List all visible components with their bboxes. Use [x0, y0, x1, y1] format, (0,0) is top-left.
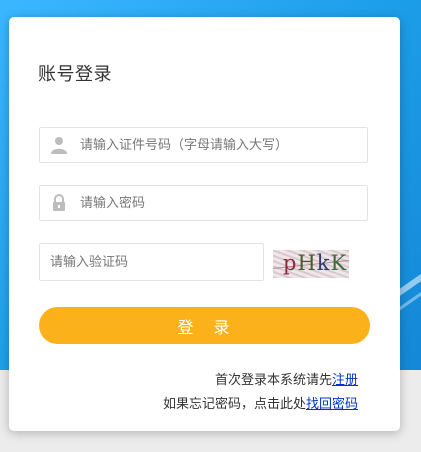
login-title: 账号登录: [38, 64, 112, 85]
register-link[interactable]: 注册: [332, 373, 358, 388]
login-button[interactable]: 登 录: [39, 307, 370, 344]
captcha-char: p: [283, 251, 298, 275]
captcha-char: k: [316, 251, 331, 275]
username-input[interactable]: [80, 128, 360, 162]
captcha-field[interactable]: [39, 243, 264, 281]
forgot-password-link[interactable]: 找回密码: [306, 397, 358, 412]
captcha-char: K: [330, 251, 348, 275]
forgot-prompt: 如果忘记密码，点击此处: [162, 397, 306, 412]
password-input[interactable]: [80, 186, 360, 220]
login-panel: 账号登录 pHkK 登 录 首次登录本系统请先注册 如果忘记密码，点: [9, 17, 400, 431]
captcha-text: pHkK: [283, 251, 347, 275]
forgot-row: 如果忘记密码，点击此处找回密码: [163, 393, 358, 412]
register-row: 首次登录本系统请先注册: [215, 369, 358, 388]
captcha-char: H: [297, 251, 317, 275]
username-field[interactable]: [39, 127, 368, 163]
register-prompt: 首次登录本系统请先: [214, 373, 332, 388]
captcha-input[interactable]: [50, 244, 255, 280]
lock-icon: [50, 194, 68, 212]
password-field[interactable]: [39, 185, 368, 221]
user-icon: [50, 136, 68, 154]
captcha-image[interactable]: pHkK: [273, 250, 349, 278]
